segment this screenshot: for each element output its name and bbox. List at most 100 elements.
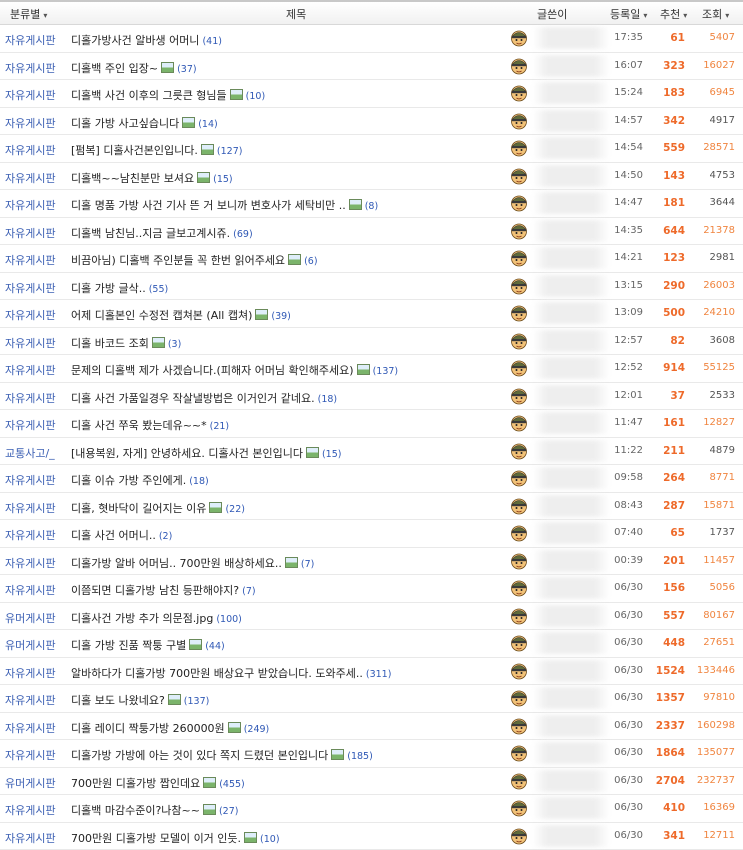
comment-count[interactable]: (100) [216,614,242,625]
post-title-link[interactable]: 디홀사건 가방 추가 의문점.jpg [71,612,213,625]
user-level-icon[interactable] [510,798,528,817]
comment-count[interactable]: (37) [177,64,197,75]
category-link[interactable]: 자유게시판 [5,115,56,131]
category-link[interactable]: 유머게시판 [5,775,56,791]
post-title-link[interactable]: 디홀 보도 나왔네요? [71,694,165,707]
category-link[interactable]: 자유게시판 [5,142,56,158]
comment-count[interactable]: (6) [304,256,317,267]
category-link[interactable]: 자유게시판 [5,472,56,488]
user-level-icon[interactable] [510,413,528,432]
post-title-link[interactable]: 디홀가방사건 알바생 어머니 [71,34,199,47]
post-title-link[interactable]: 디홀 레이디 짝퉁가방 260000원 [71,722,225,735]
comment-count[interactable]: (15) [322,449,342,460]
post-title-link[interactable]: [내용복원, 자게] 안녕하세요. 디홀사건 본인입니다 [71,447,303,460]
user-level-icon[interactable] [510,221,528,240]
comment-count[interactable]: (55) [149,284,169,295]
category-link[interactable]: 자유게시판 [5,362,56,378]
user-level-icon[interactable] [510,551,528,570]
comment-count[interactable]: (41) [202,36,222,47]
user-level-icon[interactable] [510,496,528,515]
post-title-link[interactable]: 디홀백 마감수준이?나참~~ [71,804,200,817]
category-link[interactable]: 자유게시판 [5,335,56,351]
category-link[interactable]: 유머게시판 [5,610,56,626]
category-link[interactable]: 유머게시판 [5,637,56,653]
post-title-link[interactable]: 디홀 명품 가방 사건 기사 뜬 거 보니까 변호사가 세탁비만 .. [71,199,346,212]
comment-count[interactable]: (18) [189,476,209,487]
category-link[interactable]: 교통사고/_ [5,445,55,461]
comment-count[interactable]: (2) [159,531,172,542]
user-level-icon[interactable] [510,633,528,652]
user-level-icon[interactable] [510,661,528,680]
user-level-icon[interactable] [510,358,528,377]
comment-count[interactable]: (10) [246,91,266,102]
comment-count[interactable]: (249) [244,724,270,735]
sort-views-button[interactable]: 조회▾ [702,6,729,22]
category-link[interactable]: 자유게시판 [5,692,56,708]
category-link[interactable]: 자유게시판 [5,307,56,323]
user-level-icon[interactable] [510,743,528,762]
post-title-link[interactable]: 비끔아님) 디홀백 주인분들 꼭 한번 읽어주세요 [71,254,285,267]
post-title-link[interactable]: 디홀백 주인 입장~ [71,62,158,75]
category-link[interactable]: 자유게시판 [5,802,56,818]
user-level-icon[interactable] [510,248,528,267]
category-link[interactable]: 자유게시판 [5,720,56,736]
post-title-link[interactable]: 디홀백 남친님..지금 글보고계시쥬. [71,227,230,240]
sort-date-button[interactable]: 등록일▾ [610,6,647,22]
user-level-icon[interactable] [510,56,528,75]
post-title-link[interactable]: 700만원 디홀가방 모델이 이거 인듯. [71,832,241,845]
category-link[interactable]: 자유게시판 [5,555,56,571]
comment-count[interactable]: (39) [271,311,291,322]
comment-count[interactable]: (3) [168,339,181,350]
user-level-icon[interactable] [510,166,528,185]
post-title-link[interactable]: 디홀 가방 진품 짝퉁 구별 [71,639,186,652]
post-title-link[interactable]: 어제 디홀본인 수정전 캡쳐본 (All 캡쳐) [71,309,252,322]
user-level-icon[interactable] [510,771,528,790]
comment-count[interactable]: (127) [217,146,243,157]
user-level-icon[interactable] [510,523,528,542]
category-link[interactable]: 자유게시판 [5,225,56,241]
category-link[interactable]: 자유게시판 [5,527,56,543]
sort-category-button[interactable]: 분류별▾ [10,6,47,22]
post-title-link[interactable]: 디홀 사건 쭈욱 봤는데유~~* [71,419,207,432]
category-link[interactable]: 자유게시판 [5,390,56,406]
post-title-link[interactable]: 디홀 사건 어머니.. [71,529,156,542]
category-link[interactable]: 자유게시판 [5,500,56,516]
category-link[interactable]: 자유게시판 [5,665,56,681]
post-title-link[interactable]: 디홀 이슈 가방 주인에게. [71,474,186,487]
post-title-link[interactable]: [펌복] 디홀사건본인입니다. [71,144,198,157]
comment-count[interactable]: (69) [233,229,253,240]
category-link[interactable]: 자유게시판 [5,582,56,598]
comment-count[interactable]: (21) [210,421,230,432]
post-title-link[interactable]: 디홀가방 알바 어머님.. 700만원 배상하세요.. [71,557,282,570]
comment-count[interactable]: (14) [198,119,218,130]
user-level-icon[interactable] [510,83,528,102]
post-title-link[interactable]: 디홀 가방 사고싶습니다 [71,117,179,130]
comment-count[interactable]: (455) [219,779,245,790]
sort-recommend-button[interactable]: 추천▾ [660,6,687,22]
user-level-icon[interactable] [510,716,528,735]
comment-count[interactable]: (7) [301,559,314,570]
category-link[interactable]: 자유게시판 [5,32,56,48]
post-title-link[interactable]: 디홀 바코드 조회 [71,337,149,350]
user-level-icon[interactable] [510,331,528,350]
user-level-icon[interactable] [510,28,528,47]
comment-count[interactable]: (27) [219,806,239,817]
user-level-icon[interactable] [510,111,528,130]
user-level-icon[interactable] [510,688,528,707]
post-title-link[interactable]: 700만원 디홀가방 짭인데요 [71,777,200,790]
category-link[interactable]: 자유게시판 [5,252,56,268]
user-level-icon[interactable] [510,468,528,487]
category-link[interactable]: 자유게시판 [5,170,56,186]
post-title-link[interactable]: 문제의 디홀백 제가 사겠습니다.(피해자 어머님 확인해주세요) [71,364,354,377]
comment-count[interactable]: (18) [318,394,338,405]
post-title-link[interactable]: 디홀백 사건 이후의 그릇큰 형님들 [71,89,227,102]
category-link[interactable]: 자유게시판 [5,747,56,763]
user-level-icon[interactable] [510,193,528,212]
comment-count[interactable]: (137) [184,696,210,707]
category-link[interactable]: 자유게시판 [5,197,56,213]
user-level-icon[interactable] [510,826,528,845]
user-level-icon[interactable] [510,276,528,295]
post-title-link[interactable]: 디홀 사건 가품일경우 작살낼방법은 이거인거 같네요. [71,392,315,405]
user-level-icon[interactable] [510,578,528,597]
user-level-icon[interactable] [510,441,528,460]
